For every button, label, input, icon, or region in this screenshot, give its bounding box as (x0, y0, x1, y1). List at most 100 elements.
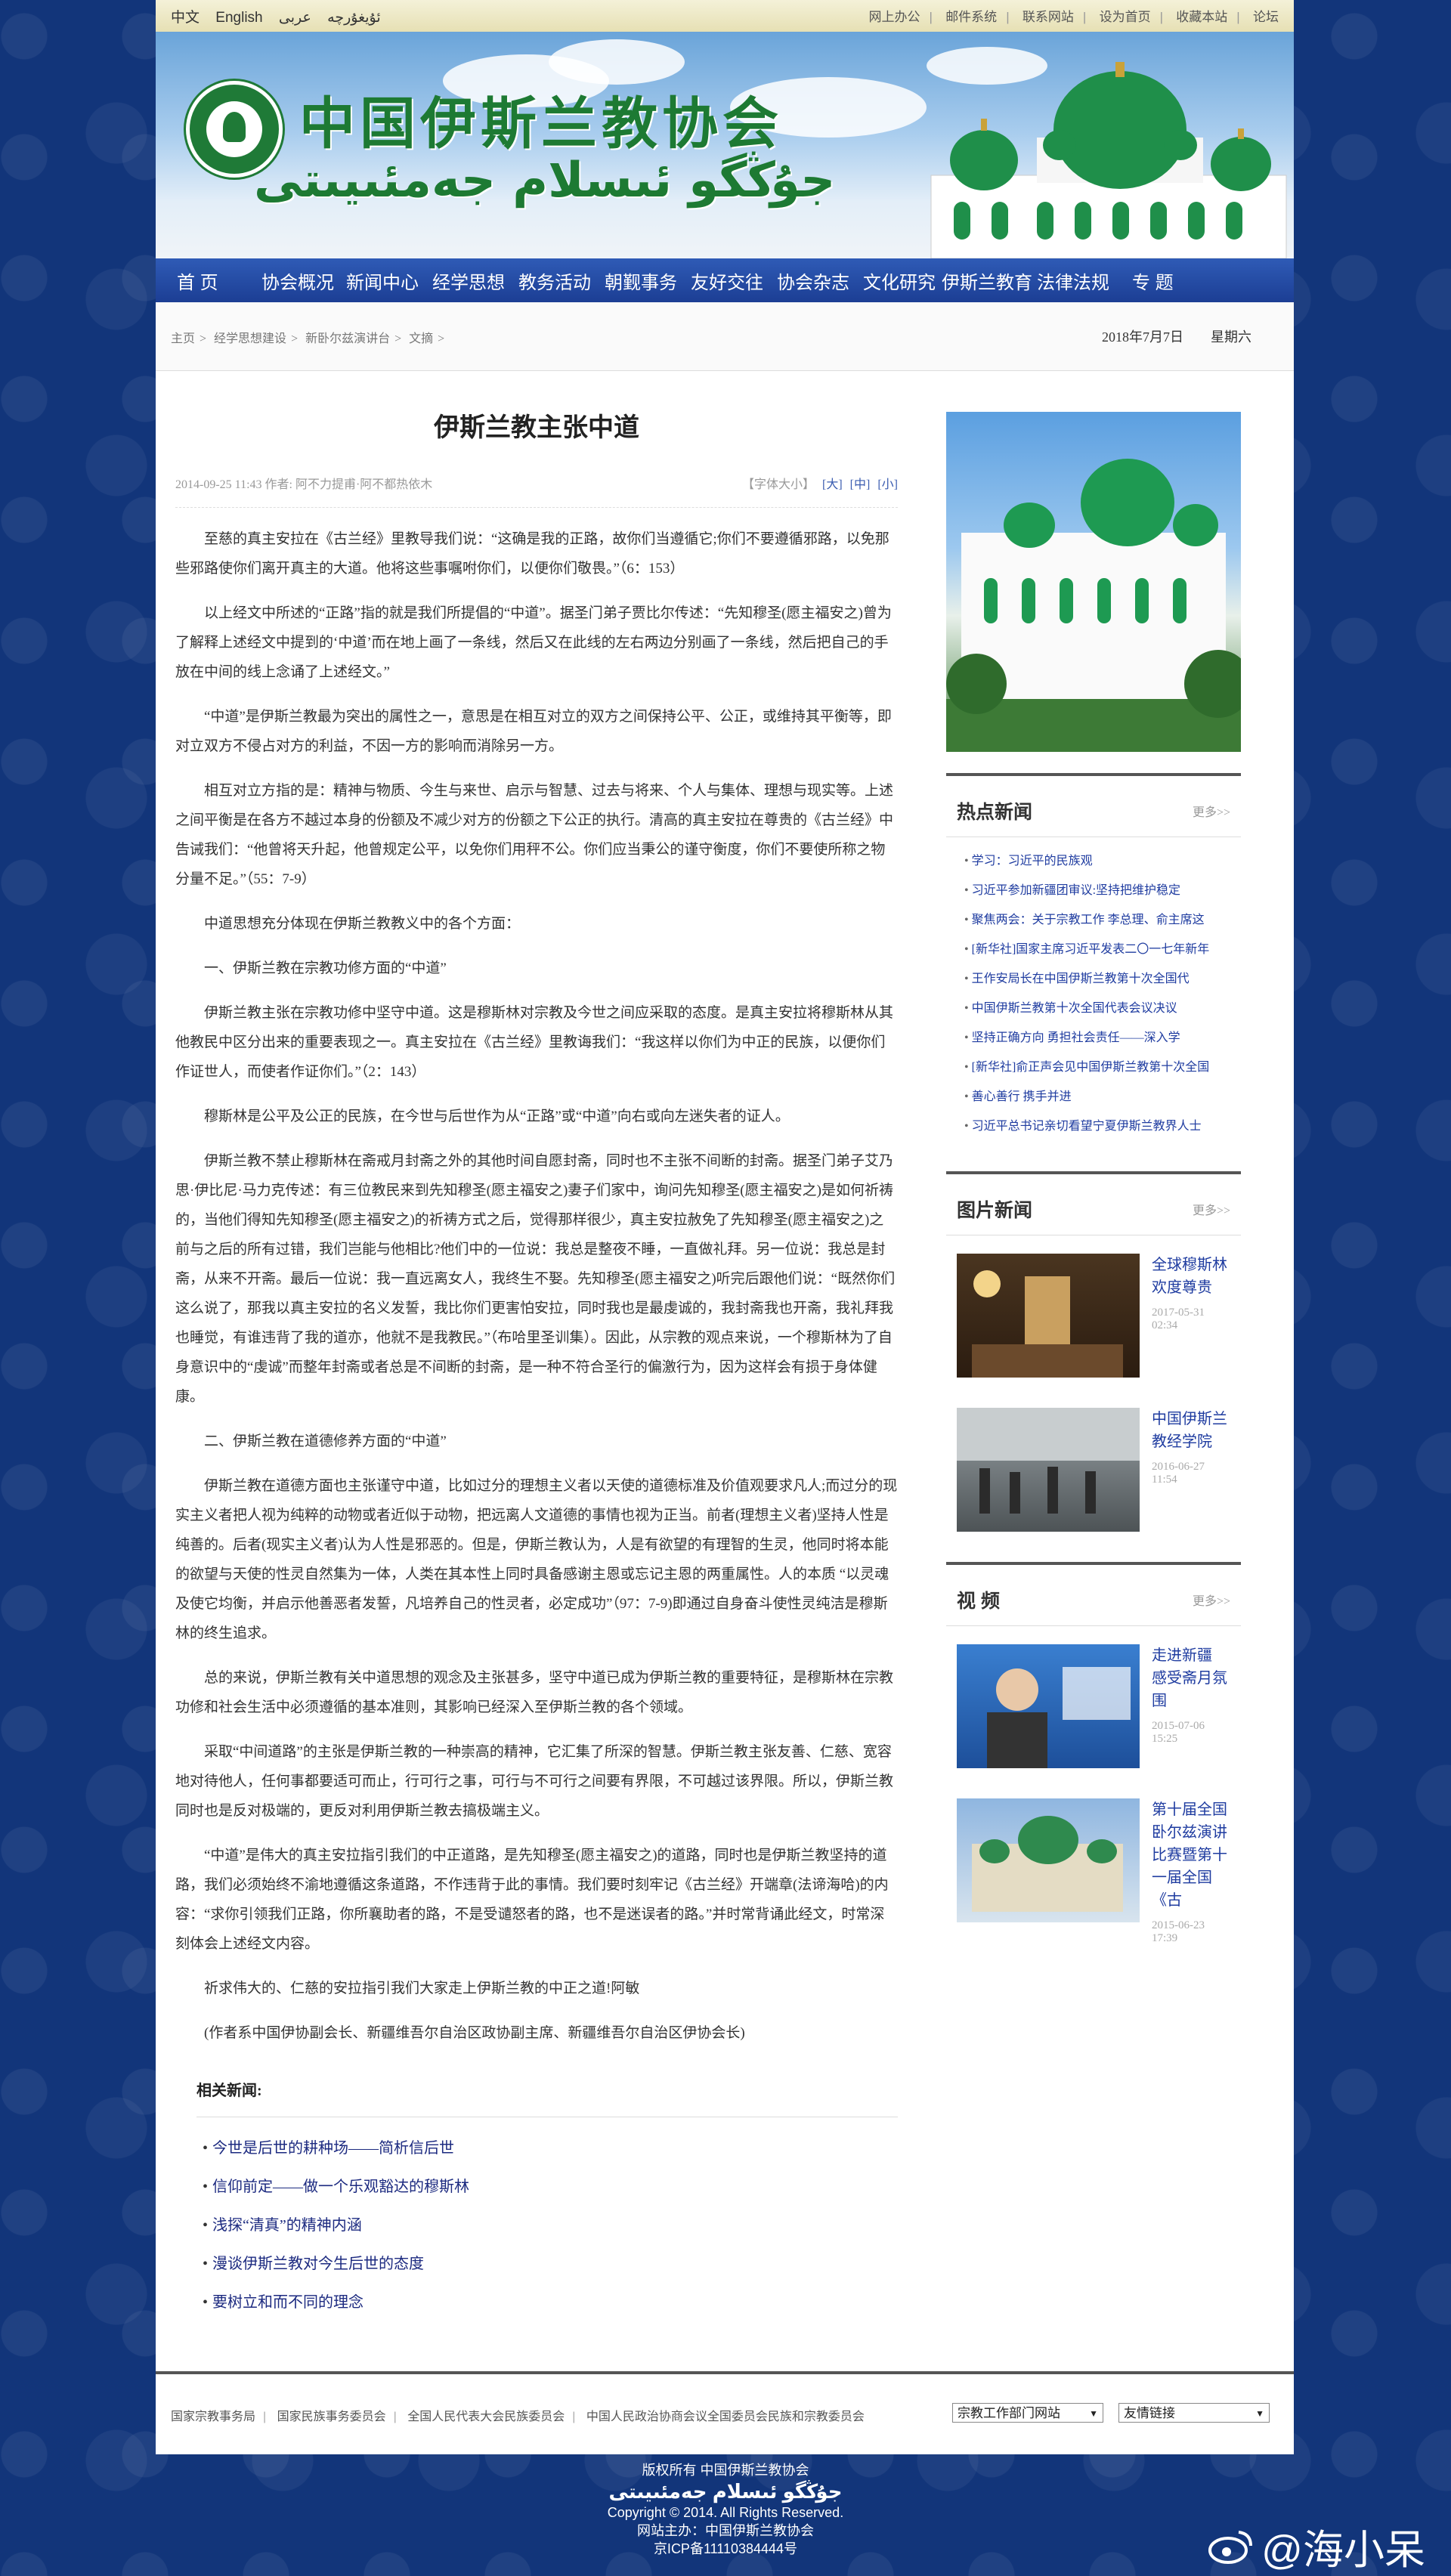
lang-chinese[interactable]: 中文 (171, 10, 200, 26)
related-news-item[interactable]: 浅探“清真”的精神内涵 (203, 2213, 898, 2234)
photo-news-title: 图片新闻 (957, 1200, 1033, 1221)
related-news-item[interactable]: 信仰前定——做一个乐观豁达的穆斯林 (203, 2174, 898, 2196)
page: 中文 English ئۇيغۇرچە عربى 网上办公 | 邮件系统 | 联系网… (156, 0, 1294, 2454)
hot-news-panel: 热点新闻 更多>> 学习：习近平的民族观 习近平参加新疆团审议:坚持把维护稳定 … (946, 773, 1241, 1141)
hot-news-item[interactable]: 坚持正确方向 勇担社会责任——深入学 (964, 1023, 1241, 1053)
nav-activities[interactable]: 教务活动 (518, 267, 605, 294)
footer-link[interactable]: 中国人民政治协商会议全国委员会民族和宗教委员会 (586, 2411, 865, 2423)
photo-news-panel: 图片新闻 更多>> 全球穆斯林欢度尊贵 2017-05-31 02:34 中国伊… (946, 1171, 1241, 1532)
language-switcher: 中文 English ئۇيغۇرچە عربى (171, 6, 393, 26)
video-card[interactable]: 第十届全国卧尔兹演讲比赛暨第十一届全国《古 2015-06-23 17:39 (946, 1768, 1241, 1945)
video-thumbnail[interactable] (957, 1798, 1140, 1922)
hot-news-item[interactable]: 学习：习近平的民族观 (964, 846, 1241, 876)
photo-news-card-title[interactable]: 全球穆斯林欢度尊贵 (1152, 1254, 1230, 1299)
related-news-item[interactable]: 要树立和而不同的理念 (203, 2290, 898, 2312)
video-card-title[interactable]: 第十届全国卧尔兹演讲比赛暨第十一届全国《古 (1152, 1798, 1230, 1912)
hot-news-item[interactable]: 王作安局长在中国伊斯兰教第十次全国代 (964, 964, 1241, 994)
article-paragraph: 总的来说，伊斯兰教有关中道思想的观念及主张甚多，坚守中道已成为伊斯兰教的重要特征… (175, 1670, 894, 1715)
breadcrumb: 主页 > 经学思想建设 > 新卧尔兹演讲台 > 文摘 > (171, 332, 445, 345)
link-contact[interactable]: 联系网站 (1023, 10, 1074, 24)
photo-news-card[interactable]: 中国伊斯兰教经学院 2016-06-27 11:54 (946, 1378, 1241, 1532)
article-paragraph: 穆斯林是公平及公正的民族，在今世与后世作为从“正路”或“中道”向右或向左迷失者的… (204, 1109, 790, 1124)
nav-magazine[interactable]: 协会杂志 (777, 267, 863, 294)
weibo-icon (1208, 2530, 1253, 2564)
article-paragraph: 相互对立方指的是：精神与物质、今生与来世、启示与智慧、过去与将来、个人与集体、理… (175, 783, 894, 887)
article-paragraph: 采取“中间道路”的主张是伊斯兰教的一种崇高的精神，它汇集了所深的智慧。伊斯兰教主… (175, 1744, 894, 1819)
crumb-thought[interactable]: 经学思想建设 (214, 332, 286, 345)
hot-news-item[interactable]: [新华社]俞正声会见中国伊斯兰教第十次全国 (964, 1053, 1241, 1082)
lang-arabic[interactable]: عربى (279, 10, 311, 26)
article-paragraph: “中道”是伊斯兰教最为突出的属性之一，意思是在相互对立的双方之间保持公平、公正，… (175, 709, 892, 754)
link-bookmark[interactable]: 收藏本站 (1176, 10, 1227, 24)
link-forum[interactable]: 论坛 (1253, 10, 1279, 24)
photo-news-card[interactable]: 全球穆斯林欢度尊贵 2017-05-31 02:34 (946, 1235, 1241, 1378)
article-paragraph: “中道”是伟大的真主安拉指引我们的中正道路，是先知穆圣(愿主福安之)的道路，同时… (175, 1848, 889, 1952)
top-bar: 中文 English ئۇيغۇرچە عربى 网上办公 | 邮件系统 | 联系网… (156, 0, 1294, 32)
font-size-small[interactable]: [小] (877, 478, 898, 491)
related-news-item[interactable]: 今世是后世的耕种场——简析信后世 (203, 2135, 898, 2157)
nav-home[interactable]: 首 页 (177, 267, 261, 294)
breadcrumb-row: 主页 > 经学思想建设 > 新卧尔兹演讲台 > 文摘 > 2018年7月7日 星期六 (156, 302, 1294, 371)
article-paragraph: 中道思想充分体现在伊斯兰教教义中的各个方面： (204, 916, 521, 932)
crumb-digest[interactable]: 文摘 (409, 332, 433, 345)
article: 伊斯兰教主张中道 2014-09-25 11:43 作者: 阿不力提甫·阿不都热… (175, 385, 898, 2328)
nav-news[interactable]: 新闻中心 (346, 267, 432, 294)
video-card-title[interactable]: 走进新疆 感受斋月氛围 (1152, 1644, 1230, 1712)
article-byline: 2014-09-25 11:43 作者: 阿不力提甫·阿不都热依木 (175, 478, 433, 491)
nav-hajj[interactable]: 朝觐事务 (605, 267, 691, 294)
header-banner: 中国伊斯兰教协会 جۇڭگو ئىسلام جەمئىيىتى (156, 32, 1294, 258)
lang-english[interactable]: English (215, 10, 262, 26)
font-size-large[interactable]: [大] (822, 478, 843, 491)
hot-news-item[interactable]: 聚焦两会：关于宗教工作 李总理、俞主席这 (964, 905, 1241, 935)
friendly-links-select[interactable]: 友情链接 (1118, 2403, 1270, 2423)
mosque-photo[interactable] (946, 412, 1241, 752)
nav-education[interactable]: 伊斯兰教育 (942, 267, 1037, 294)
current-date: 2018年7月7日 星期六 (1102, 326, 1251, 346)
video-card[interactable]: 走进新疆 感受斋月氛围 2015-07-06 15:25 (946, 1626, 1241, 1768)
photo-news-more-link[interactable]: 更多>> (1193, 1200, 1230, 1218)
nav-about[interactable]: 协会概况 (261, 267, 346, 294)
nav-thought[interactable]: 经学思想 (432, 267, 518, 294)
article-paragraph: 以上经文中所述的“正路”指的就是我们所提倡的“中道”。据圣门弟子贾比尔传述：“先… (175, 605, 892, 680)
hot-news-item[interactable]: [新华社]国家主席习近平发表二〇一七年新年 (964, 935, 1241, 964)
footer-link[interactable]: 国家宗教事务局 (171, 2411, 255, 2423)
font-size-medium[interactable]: [中] (850, 478, 871, 491)
hot-news-title: 热点新闻 (957, 802, 1033, 823)
hot-news-more-link[interactable]: 更多>> (1193, 802, 1230, 820)
hot-news-item[interactable]: 习近平总书记亲切看望宁夏伊斯兰教界人士 (964, 1112, 1241, 1141)
nav-exchange[interactable]: 友好交往 (691, 267, 777, 294)
footer-link[interactable]: 国家民族事务委员会 (277, 2411, 386, 2423)
mosque-illustration (930, 62, 1287, 258)
site-title-uyghur: جۇڭگو ئىسلام جەمئىيىتى (254, 153, 836, 209)
hot-news-item[interactable]: 善心善行 携手并进 (964, 1082, 1241, 1112)
video-more-link[interactable]: 更多>> (1193, 1591, 1230, 1609)
related-news-item[interactable]: 漫谈伊斯兰教对今生后世的态度 (203, 2251, 898, 2273)
nav-topics[interactable]: 专 题 (1132, 267, 1208, 294)
video-thumbnail[interactable] (957, 1644, 1140, 1768)
article-paragraph: 伊斯兰教主张在宗教功修中坚守中道。这是穆斯林对宗教及今世之间应采取的态度。是真主… (175, 1005, 894, 1080)
crumb-lecture[interactable]: 新卧尔兹演讲台 (305, 332, 390, 345)
section-heading: 一、伊斯兰教在宗教功修方面的“中道” (204, 960, 447, 976)
article-paragraph: 伊斯兰教在道德方面也主张谨守中道，比如过分的理想主义者以天使的道德标准及价值观要… (175, 1478, 898, 1641)
hot-news-item[interactable]: 中国伊斯兰教第十次全国代表会议决议 (964, 994, 1241, 1023)
font-size-controls: 【字体大小】 [大] [中] [小] (738, 474, 898, 492)
footer-link[interactable]: 全国人民代表大会民族委员会 (407, 2411, 565, 2423)
nav-law[interactable]: 法律法规 (1037, 267, 1132, 294)
photo-news-card-date: 2017-05-31 02:34 (1152, 1307, 1205, 1331)
lang-uyghur[interactable]: ئۇيغۇرچە (327, 10, 380, 26)
top-links: 网上办公 | 邮件系统 | 联系网站 | 设为首页 | 收藏本站 | 论坛 (868, 10, 1279, 24)
photo-news-card-title[interactable]: 中国伊斯兰教经学院 (1152, 1408, 1230, 1453)
article-title: 伊斯兰教主张中道 (434, 414, 639, 442)
link-mail-system[interactable]: 邮件系统 (945, 10, 997, 24)
nav-culture[interactable]: 文化研究 (863, 267, 942, 294)
crumb-home[interactable]: 主页 (171, 332, 195, 345)
watermark-text: @海小呆 (1261, 2528, 1425, 2573)
photo-news-thumbnail[interactable] (957, 1408, 1140, 1532)
link-set-homepage[interactable]: 设为首页 (1100, 10, 1151, 24)
photo-news-thumbnail[interactable] (957, 1254, 1140, 1378)
weekday-text: 星期六 (1211, 329, 1251, 345)
hot-news-item[interactable]: 习近平参加新疆团审议:坚持把维护稳定 (964, 876, 1241, 905)
video-panel: 视 频 更多>> 走进新疆 感受斋月氛围 2015-07-06 15:25 第十… (946, 1562, 1241, 1945)
link-online-office[interactable]: 网上办公 (868, 10, 920, 24)
department-sites-select[interactable]: 宗教工作部门网站 (952, 2403, 1103, 2423)
